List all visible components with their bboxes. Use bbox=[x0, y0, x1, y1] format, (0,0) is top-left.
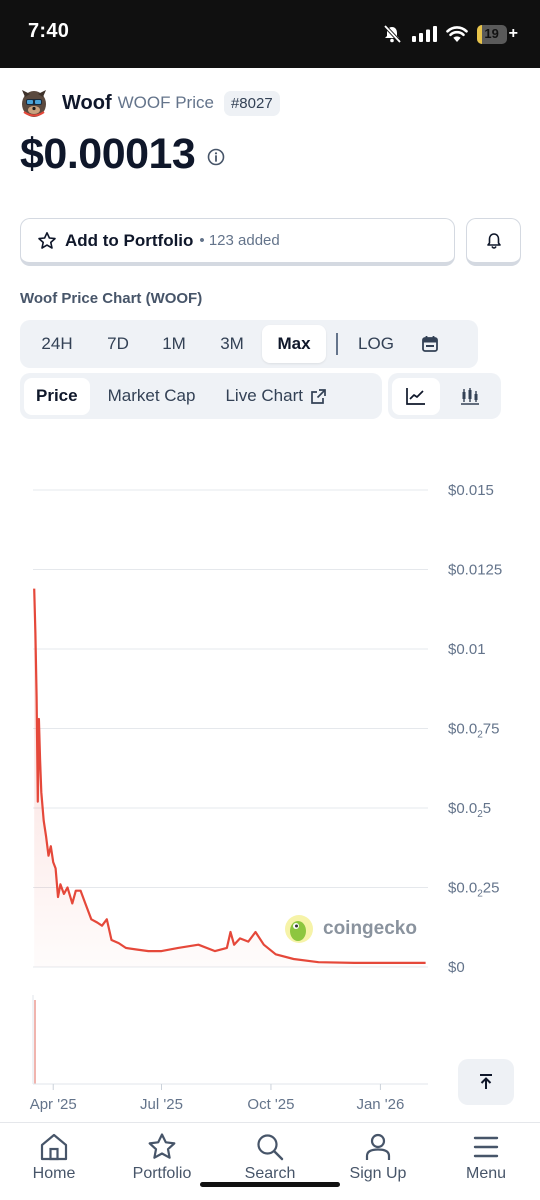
x-tick-label: Oct '25 bbox=[247, 1096, 294, 1113]
bell-icon bbox=[486, 232, 501, 249]
battery-percent: 19 bbox=[484, 25, 499, 41]
x-tick-label: Jul '25 bbox=[140, 1096, 183, 1113]
candlestick-icon bbox=[461, 388, 479, 405]
y-tick-label: $0.015 bbox=[448, 482, 494, 499]
woof-logo-icon bbox=[22, 90, 46, 117]
candlestick-chart-toggle[interactable] bbox=[446, 378, 494, 415]
x-tick-label: Jan '26 bbox=[356, 1096, 404, 1113]
signal-icon bbox=[411, 26, 437, 42]
tab-market-cap[interactable]: Market Cap bbox=[96, 378, 208, 415]
hamburger-menu-icon bbox=[473, 1136, 499, 1158]
star-icon bbox=[148, 1133, 176, 1159]
star-icon bbox=[38, 231, 56, 249]
home-icon bbox=[40, 1133, 68, 1161]
tab-live-chart[interactable]: Live Chart bbox=[213, 378, 338, 415]
info-icon[interactable] bbox=[207, 148, 225, 166]
portfolio-count: • 123 added bbox=[199, 232, 280, 249]
y-tick-label: $0.025 bbox=[448, 800, 491, 820]
y-tick-label: $0 bbox=[448, 959, 465, 976]
tab-price[interactable]: Price bbox=[24, 377, 90, 415]
external-link-icon bbox=[311, 388, 326, 404]
price-chart[interactable]: $0.015 $0.0125 $0.01 $0.0275 $0.025 $0.0225 $0… bbox=[0, 440, 540, 1120]
nav-search-label: Search bbox=[244, 1165, 296, 1182]
scroll-to-top-button[interactable] bbox=[458, 1059, 514, 1105]
chart-title: Woof Price Chart (WOOF) bbox=[20, 290, 203, 307]
coingecko-watermark: coingecko bbox=[284, 914, 417, 944]
add-to-portfolio-button[interactable]: Add to Portfolio • 123 added bbox=[20, 218, 455, 266]
mute-icon bbox=[383, 24, 401, 44]
tab-3m[interactable]: 3M bbox=[202, 325, 262, 363]
tab-max[interactable]: Max bbox=[262, 325, 326, 363]
nav-home[interactable]: Home bbox=[4, 1133, 104, 1183]
y-tick-label: $0.0125 bbox=[448, 562, 502, 579]
coin-name: Woof bbox=[62, 91, 112, 114]
log-toggle[interactable]: LOG bbox=[348, 325, 404, 363]
coingecko-logo-icon bbox=[285, 915, 313, 943]
price-area-fill bbox=[34, 588, 426, 967]
home-indicator bbox=[200, 1182, 340, 1187]
status-bar: 7:40 19 + bbox=[0, 0, 540, 68]
battery-indicator: 19 + bbox=[476, 24, 518, 44]
nav-portfolio-label: Portfolio bbox=[132, 1165, 192, 1182]
watermark-text: coingecko bbox=[323, 918, 417, 939]
nav-sign-up[interactable]: Sign Up bbox=[328, 1133, 428, 1183]
y-tick-label: $0.01 bbox=[448, 641, 486, 658]
x-tick-label: Apr '25 bbox=[30, 1096, 77, 1113]
line-chart-toggle[interactable] bbox=[392, 377, 440, 415]
search-icon bbox=[257, 1134, 284, 1161]
battery-body: 19 bbox=[476, 24, 507, 44]
coin-header: Woof WOOF Price #8027 bbox=[20, 88, 280, 118]
coin-subtitle: WOOF Price bbox=[117, 93, 214, 112]
arrow-up-to-line-icon bbox=[480, 1074, 492, 1089]
price-series-line bbox=[33, 588, 426, 964]
nav-sign-up-label: Sign Up bbox=[349, 1165, 407, 1182]
chart-style-tabs bbox=[388, 373, 501, 419]
nav-menu-label: Menu bbox=[465, 1165, 507, 1182]
nav-portfolio[interactable]: Portfolio bbox=[112, 1133, 212, 1183]
wifi-icon bbox=[445, 25, 468, 42]
range-separator bbox=[336, 333, 338, 355]
nav-menu[interactable]: Menu bbox=[436, 1133, 536, 1183]
user-icon bbox=[365, 1133, 391, 1160]
y-tick-label: $0.0225 bbox=[448, 880, 499, 900]
range-tabs: 24H 7D 1M 3M Max LOG bbox=[20, 320, 478, 368]
price-row: $0.00013 bbox=[20, 130, 225, 179]
live-chart-label: Live Chart bbox=[225, 386, 303, 405]
tab-24h[interactable]: 24H bbox=[24, 325, 90, 363]
charging-plus-icon: + bbox=[508, 25, 518, 42]
rank-badge: #8027 bbox=[223, 90, 280, 116]
portfolio-label: Add to Portfolio bbox=[65, 230, 194, 250]
nav-home-label: Home bbox=[32, 1165, 76, 1182]
tab-1m[interactable]: 1M bbox=[146, 325, 202, 363]
bottom-navigation: Home Portfolio Search Sign Up Menu bbox=[0, 1122, 540, 1200]
y-tick-label: $0.0275 bbox=[448, 721, 499, 741]
date-picker-button[interactable] bbox=[404, 325, 456, 363]
status-icons: 19 + bbox=[382, 20, 518, 48]
calendar-icon bbox=[422, 336, 438, 352]
line-chart-icon bbox=[406, 388, 425, 405]
nav-search[interactable]: Search bbox=[220, 1133, 320, 1183]
status-time: 7:40 bbox=[28, 20, 70, 42]
coin-price: $0.00013 bbox=[20, 130, 196, 178]
price-alert-button[interactable] bbox=[466, 218, 521, 266]
chart-type-tabs: Price Market Cap Live Chart bbox=[20, 373, 382, 419]
tab-7d[interactable]: 7D bbox=[90, 325, 146, 363]
